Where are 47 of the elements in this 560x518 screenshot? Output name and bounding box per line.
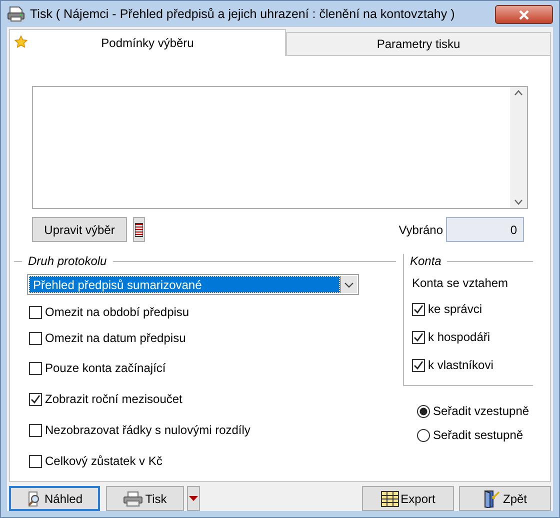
checkbox-label: Pouze konta začínající [45,360,166,377]
close-button[interactable] [495,4,553,24]
accounts-subtitle: Konta se vztahem [412,275,510,292]
list-button[interactable] [133,217,145,242]
window-title: Tisk ( Nájemci - Přehled předpisů a jejich uhrazení : členění na kontovztahy ) [30,6,455,23]
checkbox[interactable] [29,332,42,344]
checkbox[interactable] [412,302,425,316]
checkbox-label: Nezobrazovat řádky s nulovými rozdíly [45,422,250,439]
printer-icon [123,490,144,506]
radio-label: Seřadit vzestupně [433,403,530,420]
count-field: 0 [446,217,524,242]
checkbox-label: k hospodáři [428,329,490,346]
export-button[interactable]: Export [362,486,454,511]
checkbox-label: k vlastníkovi [428,357,494,374]
chevron-down-icon [344,282,354,288]
print-button[interactable]: Tisk [106,486,184,511]
checkbox[interactable] [29,454,42,468]
checkbox[interactable] [29,424,42,436]
star-icon [14,35,28,49]
radio-button[interactable] [417,428,430,442]
close-icon [519,10,529,20]
checkbox-label: ke správci [428,301,482,318]
back-button[interactable]: Zpět [459,486,551,511]
tab[interactable]: Podmínky výběru [9,29,286,56]
dropdown-button[interactable] [187,486,200,511]
table-icon [380,490,399,506]
checkbox-label: Celkový zůstatek v Kč [45,453,162,470]
report-type-dropdown[interactable]: Přehled předpisů sumarizované [27,274,359,295]
door-icon [482,490,501,508]
tab[interactable]: Parametry tisku [286,32,551,55]
checkbox-label: Omezit na období předpisu [45,304,190,321]
preview-button[interactable]: Náhled [9,486,100,511]
list-icon [135,222,143,236]
radio-label: Seřadit sestupně [433,427,524,444]
checkbox-label: Omezit na datum předpisu [45,330,186,347]
checkbox[interactable] [29,392,42,406]
edit-selection-button[interactable]: Upravit výběr [32,217,127,242]
checkbox[interactable] [412,358,425,372]
checkbox-label: Zobrazit roční mezisoučet [45,391,182,408]
caret-down-icon [189,496,198,501]
checkbox[interactable] [29,362,42,374]
checkbox[interactable] [29,306,42,318]
scrollbar[interactable] [510,87,527,208]
checkbox[interactable] [412,330,425,344]
printer-icon [7,6,25,22]
count-label: Vybráno [398,222,443,238]
radio-button[interactable] [417,404,430,418]
